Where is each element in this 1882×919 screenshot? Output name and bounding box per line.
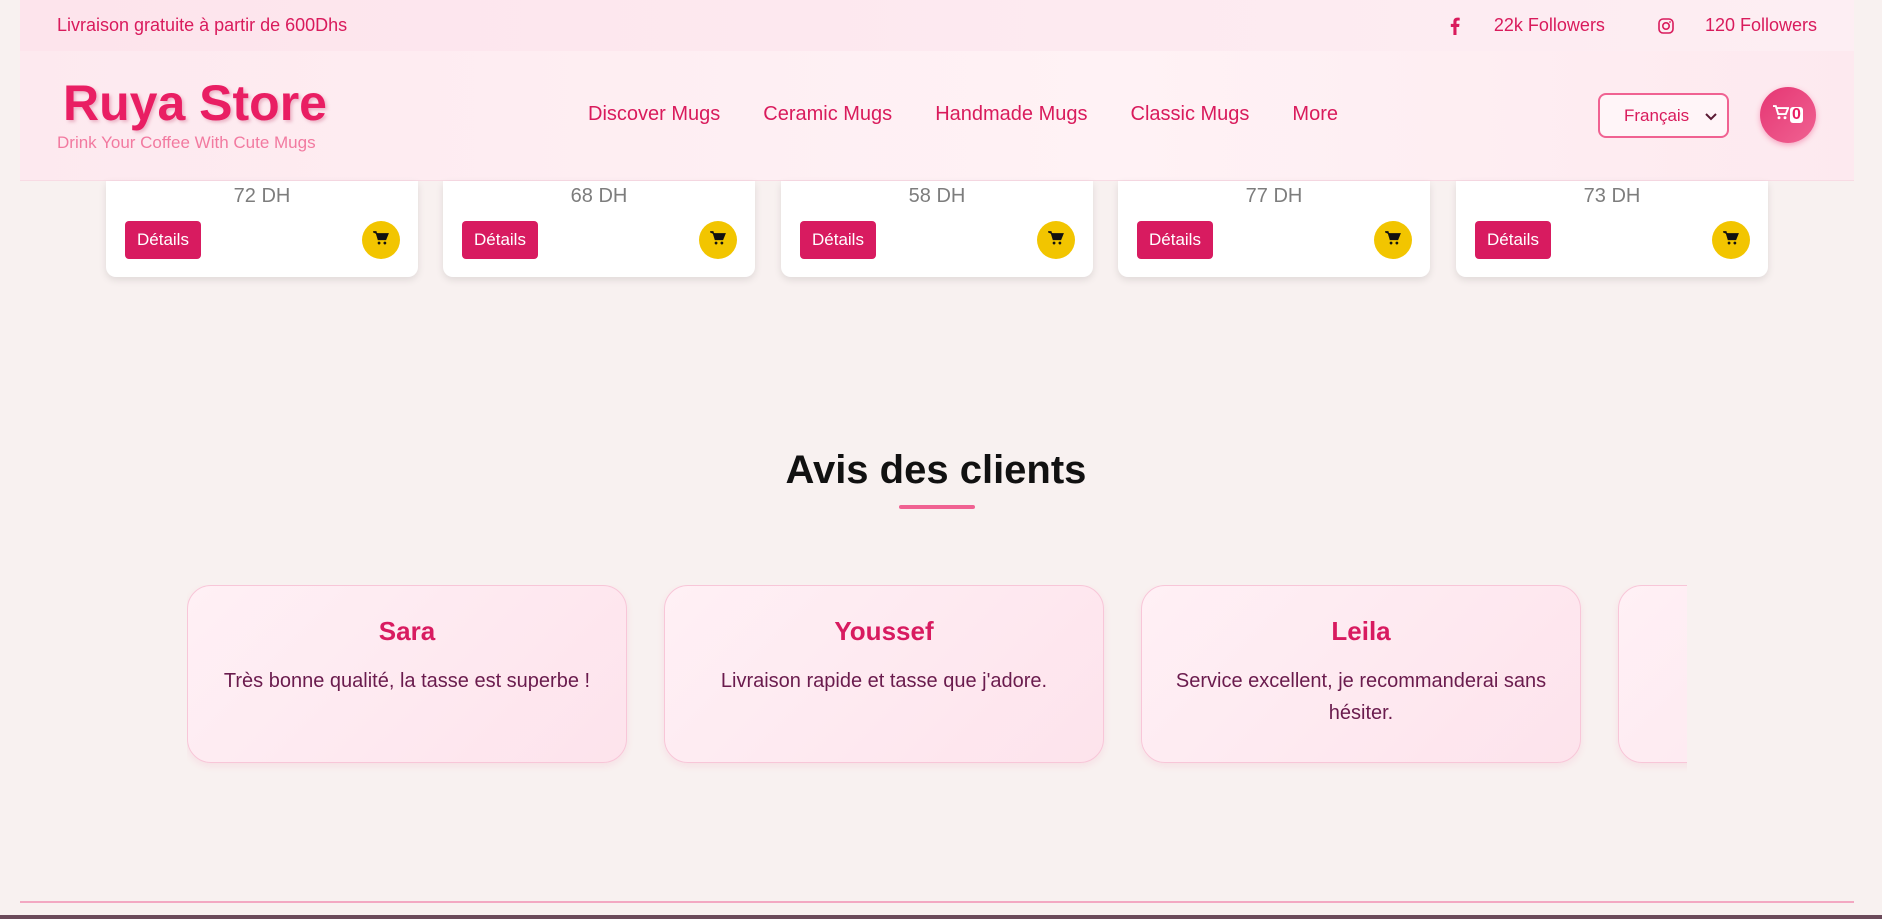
review-text: Service excellent, je recommanderai sans… <box>1175 670 1547 724</box>
review-card: Youssef Livraison rapide et tasse que j'… <box>664 585 1104 763</box>
product-grid: 72 DH Détails 68 DH Détails 58 DH Détail… <box>106 181 1768 277</box>
review-author: Youssef <box>834 616 934 646</box>
shipping-notice: Livraison gratuite à partir de 600Dhs <box>57 15 348 35</box>
main-nav: Discover Mugs Ceramic Mugs Handmade Mugs… <box>588 103 1338 126</box>
nav-classic-mugs[interactable]: Classic Mugs <box>1131 103 1250 126</box>
details-button[interactable]: Détails <box>125 221 201 259</box>
language-select[interactable]: Français <box>1598 93 1729 138</box>
chevron-down-icon <box>1705 108 1717 124</box>
footer-divider <box>20 901 1854 903</box>
add-to-cart-button[interactable] <box>362 221 400 259</box>
details-button[interactable]: Détails <box>1137 221 1213 259</box>
instagram-link[interactable]: 120 Followers <box>1605 15 1817 36</box>
product-price: 77 DH <box>1245 185 1303 207</box>
review-card: Leila Service excellent, je recommandera… <box>1141 585 1581 763</box>
details-button[interactable]: Détails <box>800 221 876 259</box>
facebook-followers: 22k Followers <box>1493 15 1605 35</box>
bottom-strip <box>0 915 1882 919</box>
nav-handmade-mugs[interactable]: Handmade Mugs <box>935 103 1087 126</box>
nav-ceramic-mugs[interactable]: Ceramic Mugs <box>763 103 892 126</box>
cart-icon <box>372 230 389 250</box>
cart-icon <box>1773 105 1790 125</box>
nav-discover-mugs[interactable]: Discover Mugs <box>588 103 720 126</box>
product-card: 77 DH Détails <box>1118 181 1430 277</box>
review-text: Livraison rapide et tasse que j'adore. <box>720 670 1048 692</box>
review-author: Leila <box>1331 616 1391 646</box>
add-to-cart-button[interactable] <box>1712 221 1750 259</box>
add-to-cart-button[interactable] <box>1037 221 1075 259</box>
facebook-icon <box>1446 17 1464 35</box>
review-author: Sara <box>378 616 436 646</box>
product-card: 73 DH Détails <box>1456 181 1768 277</box>
cart-icon <box>1384 230 1401 250</box>
details-button[interactable]: Détails <box>1475 221 1551 259</box>
product-price: 58 DH <box>908 185 966 207</box>
add-to-cart-button[interactable] <box>699 221 737 259</box>
product-price: 68 DH <box>570 185 628 207</box>
site-header: Ruya Store Drink Your Coffee With Cute M… <box>20 51 1854 181</box>
brand-tagline: Drink Your Coffee With Cute Mugs <box>57 133 316 152</box>
brand[interactable]: Ruya Store Drink Your Coffee With Cute M… <box>57 75 327 153</box>
page: Livraison gratuite à partir de 600Dhs 22… <box>0 0 1882 919</box>
cart-icon <box>709 230 726 250</box>
social-links: 22k Followers 120 Followers <box>1446 15 1817 36</box>
reviews-carousel[interactable]: Sara Très bonne qualité, la tasse est su… <box>187 585 1687 775</box>
product-card: 72 DH Détails <box>106 181 418 277</box>
language-selected: Français <box>1624 105 1690 125</box>
product-price: 72 DH <box>233 185 291 207</box>
cart-icon <box>1722 230 1739 250</box>
instagram-followers: 120 Followers <box>1704 15 1817 35</box>
facebook-link[interactable]: 22k Followers <box>1446 15 1605 36</box>
brand-title: Ruya Store <box>63 75 327 131</box>
cart-count: 0 <box>1790 106 1803 123</box>
top-bar: Livraison gratuite à partir de 600Dhs 22… <box>20 0 1854 51</box>
review-card: Sara Très bonne qualité, la tasse est su… <box>187 585 627 763</box>
cart-button[interactable]: 0 <box>1760 87 1816 143</box>
product-card: 58 DH Détails <box>781 181 1093 277</box>
add-to-cart-button[interactable] <box>1374 221 1412 259</box>
reviews-title-underline <box>899 505 975 509</box>
review-text: Très bonne qualité, la tasse est superbe… <box>223 670 591 692</box>
review-card <box>1618 585 1687 763</box>
nav-more[interactable]: More <box>1292 103 1338 126</box>
details-button[interactable]: Détails <box>462 221 538 259</box>
product-card: 68 DH Détails <box>443 181 755 277</box>
product-price: 73 DH <box>1583 185 1641 207</box>
reviews-title: Avis des clients <box>785 448 1087 492</box>
cart-icon <box>1047 230 1064 250</box>
instagram-icon <box>1657 17 1675 35</box>
